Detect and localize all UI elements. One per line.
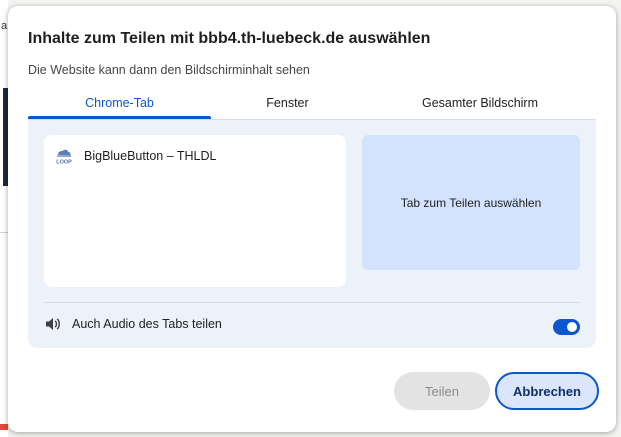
- tab-list: LOOP BigBlueButton – THLDL: [44, 135, 346, 287]
- background-divider: [0, 232, 8, 233]
- speaker-icon: [46, 318, 60, 330]
- background-page: a: [0, 0, 8, 437]
- source-tabs: Chrome-Tab Fenster Gesamter Bildschirm: [28, 92, 596, 120]
- tab-preview: Tab zum Teilen auswählen: [362, 135, 580, 270]
- share-button[interactable]: Teilen: [394, 372, 490, 410]
- preview-placeholder: Tab zum Teilen auswählen: [400, 195, 542, 210]
- background-red-mark: [0, 424, 8, 430]
- dialog-subtitle: Die Website kann dann den Bildschirminha…: [28, 63, 310, 77]
- audio-share-toggle[interactable]: [553, 319, 580, 335]
- dialog-title: Inhalte zum Teilen mit bbb4.th-luebeck.d…: [28, 30, 431, 47]
- list-item-bigbluebutton[interactable]: LOOP BigBlueButton – THLDL: [54, 145, 217, 167]
- tab-window[interactable]: Fenster: [211, 92, 364, 118]
- cancel-button[interactable]: Abbrechen: [495, 372, 599, 410]
- list-item-label: BigBlueButton – THLDL: [84, 149, 217, 163]
- tab-chrome-tab[interactable]: Chrome-Tab: [28, 92, 211, 119]
- audio-share-label: Auch Audio des Tabs teilen: [72, 317, 222, 331]
- audio-share-row: Auch Audio des Tabs teilen: [44, 314, 222, 334]
- share-dialog: Inhalte zum Teilen mit bbb4.th-luebeck.d…: [8, 6, 616, 432]
- panel-divider: [44, 302, 580, 303]
- tab-entire-screen[interactable]: Gesamter Bildschirm: [364, 92, 596, 118]
- tab-content-panel: LOOP BigBlueButton – THLDL Tab zum Teile…: [28, 120, 596, 348]
- favicon-text: LOOP: [56, 160, 72, 166]
- bbb-loop-favicon-icon: LOOP: [56, 149, 72, 166]
- background-text: a: [1, 20, 8, 32]
